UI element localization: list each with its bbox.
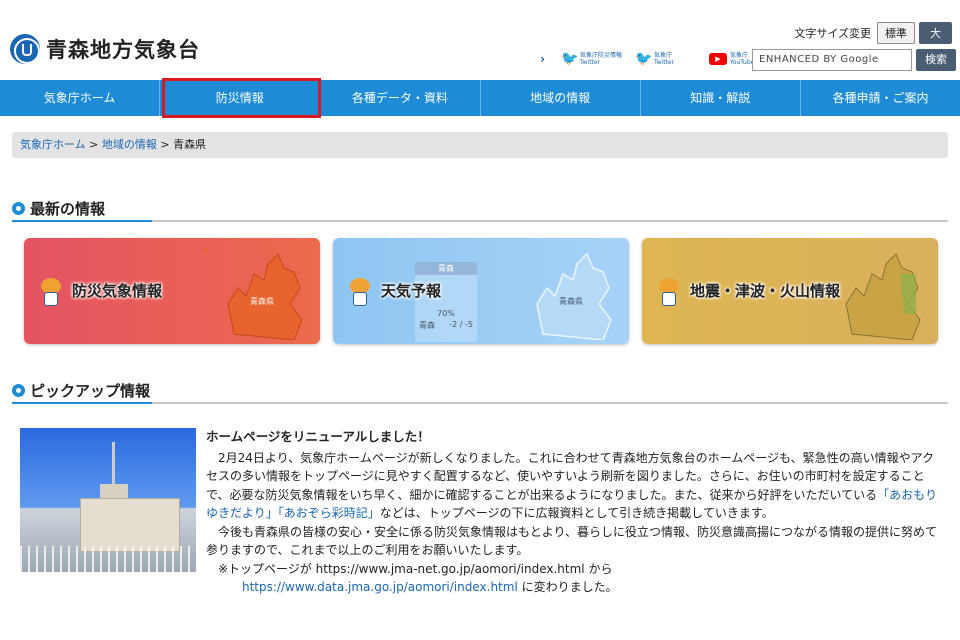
card-label: 地震・津波・火山情報 xyxy=(690,282,841,300)
sns-line1: 気象庁防災情報 xyxy=(579,52,622,59)
sns-links: › 🐦 気象庁防災情報 Twitter 🐦 気象庁 Twitter ▶ 気象庁 You… xyxy=(540,52,775,66)
twitter-bird-icon: 🐦 xyxy=(634,51,653,67)
card-earthquake-tsunami-volcano[interactable]: 地震・津波・火山情報 xyxy=(642,238,938,344)
font-size-large-button[interactable]: 大 xyxy=(919,22,952,44)
new-url-link[interactable]: https://www.data.jma.go.jp/aomori/index.… xyxy=(242,580,518,594)
section-title: ピックアップ情報 xyxy=(30,381,151,400)
mascot-icon xyxy=(36,272,66,306)
site-title: 青森地方気象台 xyxy=(46,38,200,62)
pickup-heading: ホームページをリニューアルしました！ xyxy=(206,429,430,444)
sns-line2: Twitter xyxy=(653,59,675,66)
site-logo[interactable]: 青森地方気象台 xyxy=(10,34,200,64)
breadcrumb: 気象庁ホーム > 地域の情報 > 青森県 xyxy=(12,132,948,158)
nav-item-applications[interactable]: 各種申請・ご案内 xyxy=(801,80,960,116)
aomori-map-icon xyxy=(536,252,612,340)
pickup-text-segment: 2月24日より、気象庁ホームページが新しくなりました。これに合わせて青森地方気象… xyxy=(206,450,935,502)
font-size-controls: 文字サイズ変更 標準 大 xyxy=(794,22,952,44)
nav-item-jma-home[interactable]: 気象庁ホーム xyxy=(0,80,161,116)
section-title: 最新の情報 xyxy=(30,199,106,218)
observatory-building-photo xyxy=(20,428,196,572)
sns-link-jma-twitter[interactable]: 🐦 気象庁 Twitter xyxy=(635,52,701,66)
pickup-note-2: https://www.data.jma.go.jp/aomori/index.… xyxy=(206,578,940,597)
nav-item-data[interactable]: 各種データ・資料 xyxy=(320,80,481,116)
forecast-pop: 70% xyxy=(437,309,455,318)
bullet-circle-icon xyxy=(12,383,25,397)
card-weather-forecast[interactable]: 青森県 青森 70% 青森 -2 / -5 天気予報 xyxy=(333,238,629,344)
search-input[interactable]: ENHANCED BY Google xyxy=(752,49,912,71)
note-prefix: ※トップページが xyxy=(218,561,312,576)
global-nav: 気象庁ホーム 防災情報 各種データ・資料 地域の情報 知識・解説 各種申請・ご案… xyxy=(0,78,960,118)
breadcrumb-separator: > xyxy=(160,138,170,151)
forecast-temp: -2 / -5 xyxy=(449,320,473,329)
card-label: 天気予報 xyxy=(381,282,442,300)
bullet-circle-icon xyxy=(12,201,25,215)
map-label: 青森県 xyxy=(559,297,583,306)
aomori-map-icon xyxy=(204,248,303,340)
nav-item-regional-info[interactable]: 地域の情報 xyxy=(481,80,641,116)
forecast-city: 青森 xyxy=(419,321,435,330)
sns-line1: 気象庁 xyxy=(653,52,672,59)
chevron-right-icon: › xyxy=(540,52,545,66)
latest-info-cards: 青森県 防災気象情報 青森県 青森 70% 青森 -2 / -5 天気予報 地震… xyxy=(24,238,938,344)
font-size-standard-button[interactable]: 標準 xyxy=(877,22,915,44)
breadcrumb-link-regional-info[interactable]: 地域の情報 xyxy=(102,138,157,151)
breadcrumb-separator: > xyxy=(89,138,99,151)
font-size-label: 文字サイズ変更 xyxy=(794,27,871,40)
pickup-paragraph-1: 2月24日より、気象庁ホームページが新しくなりました。これに合わせて青森地方気象… xyxy=(206,449,940,523)
page: 青森地方気象台 文字サイズ変更 標準 大 › 🐦 気象庁防災情報 Twitter … xyxy=(0,0,960,640)
breadcrumb-current: 青森県 xyxy=(173,138,207,151)
sns-line2: YouTube xyxy=(729,59,755,66)
pickup-text-segment: などは、トップページの下に広報資料として引き続き掲載していきます。 xyxy=(379,506,774,520)
pickup-paragraph-2: 今後も青森県の皆様の安心・安全に係る防災気象情報はもとより、暮らしに役立つ情報、… xyxy=(206,524,938,558)
map-label: 青森県 xyxy=(250,297,274,306)
latest-info-heading: 最新の情報 xyxy=(12,196,948,222)
forecast-panel: 青森 70% 青森 -2 / -5 xyxy=(415,262,477,342)
old-url: https://www.jma-net.go.jp/aomori/index.h… xyxy=(315,561,585,576)
sns-line1: 気象庁 xyxy=(729,52,748,59)
mascot-icon xyxy=(345,272,375,306)
mascot-icon xyxy=(654,272,684,306)
pickup-note: ※トップページが https://www.jma-net.go.jp/aomor… xyxy=(206,560,940,579)
note-mid: から xyxy=(588,561,613,576)
note-suffix: に変わりました。 xyxy=(521,580,618,594)
sns-line2: Twitter xyxy=(579,59,601,66)
link-aozora-saijiki[interactable]: 「あおぞら彩時記」 xyxy=(278,506,380,520)
nav-item-disaster-info[interactable]: 防災情報 xyxy=(160,78,322,118)
sns-link-jma-bosai-twitter[interactable]: 🐦 気象庁防災情報 Twitter xyxy=(561,52,627,66)
card-label: 防災気象情報 xyxy=(72,282,163,300)
jma-logo-icon xyxy=(10,34,40,64)
header: 青森地方気象台 文字サイズ変更 標準 大 › 🐦 気象庁防災情報 Twitter … xyxy=(0,0,960,80)
search-button[interactable]: 検索 xyxy=(916,49,956,71)
breadcrumb-link-jma-home[interactable]: 気象庁ホーム xyxy=(20,138,86,151)
site-search: ENHANCED BY Google 検索 xyxy=(752,49,956,71)
nav-item-knowledge[interactable]: 知識・解説 xyxy=(641,80,801,116)
forecast-panel-title: 青森 xyxy=(415,262,477,275)
twitter-bird-icon: 🐦 xyxy=(560,51,579,67)
pickup-text: ホームページをリニューアルしました！ 2月24日より、気象庁ホームページが新しく… xyxy=(206,428,940,597)
youtube-play-icon: ▶ xyxy=(708,53,727,65)
pickup-info-heading: ピックアップ情報 xyxy=(12,378,948,404)
card-disaster-weather[interactable]: 青森県 防災気象情報 xyxy=(24,238,320,344)
